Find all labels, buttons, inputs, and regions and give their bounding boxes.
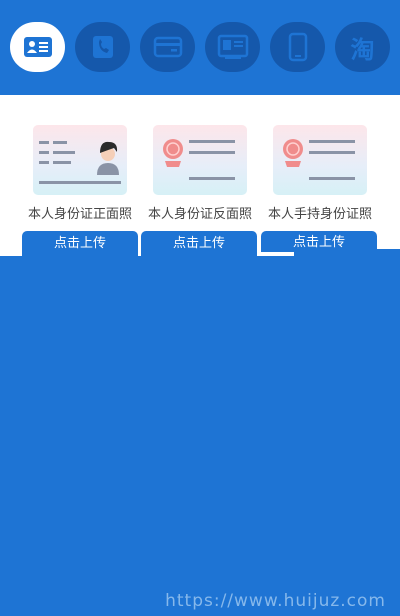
upload-front-button[interactable]: 点击上传 (22, 231, 138, 257)
mobile-phone-icon (288, 32, 307, 62)
tab-bank-card[interactable] (140, 22, 195, 72)
tab-contacts[interactable] (75, 22, 130, 72)
id-back-illustration (153, 125, 247, 195)
card-caption-front: 本人身份证正面照 (27, 207, 132, 222)
tab-taobao[interactable]: 淘 (335, 22, 390, 72)
tab-license[interactable] (205, 22, 260, 72)
upload-back-button[interactable]: 点击上传 (141, 231, 257, 257)
watermark-text: https://www.huijuz.com (165, 591, 386, 611)
card-caption-back: 本人身份证反面照 (147, 207, 252, 222)
tab-mobile[interactable] (270, 22, 325, 72)
id-front-illustration (33, 125, 127, 195)
top-tab-bar: 淘 (0, 0, 400, 95)
tab-id-card[interactable] (10, 22, 65, 72)
phone-book-icon (92, 36, 113, 58)
taobao-icon: 淘 (350, 35, 375, 64)
panel-edge-fragment (294, 249, 400, 256)
bank-card-icon (153, 36, 182, 58)
id-handheld-illustration (273, 125, 367, 195)
id-card-icon (23, 37, 52, 57)
card-caption-handheld: 本人手持身份证照 (267, 207, 372, 222)
license-icon (217, 34, 248, 59)
upload-panel: 本人身份证正面照 点击上传 本人身份证反面照 点击上传 本人手持身份证照 点击上… (0, 95, 400, 257)
